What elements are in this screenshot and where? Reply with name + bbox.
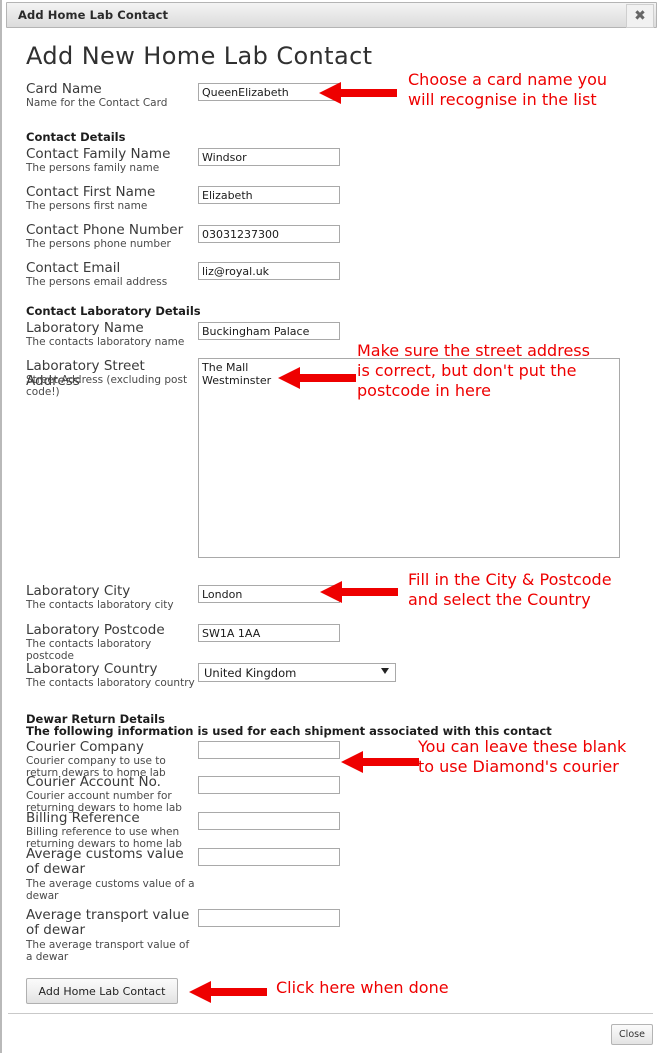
chevron-down-icon [381, 668, 389, 674]
field-label: Average transport value of dewar [26, 907, 190, 938]
field-label: Courier Account No. [26, 774, 161, 790]
field-help: The average customs value of a dewar [26, 878, 195, 902]
contact-email-input[interactable] [198, 262, 340, 280]
field-help: The contacts laboratory postcode [26, 638, 152, 662]
billing-reference-input[interactable] [198, 812, 340, 830]
field-help: The contacts laboratory name [26, 336, 185, 348]
field-help: The persons email address [26, 276, 168, 288]
field-help: The average transport value of a dewar [26, 939, 190, 963]
field-label: Courier Company [26, 739, 144, 755]
annotation-city-postcode: Fill in the City & Postcode and select t… [408, 570, 612, 609]
annotation-dewar: You can leave these blank to use Diamond… [418, 737, 627, 776]
field-label: Laboratory Postcode [26, 622, 165, 638]
field-label: Contact First Name [26, 184, 156, 200]
field-label: Laboratory Name [26, 320, 144, 336]
section-heading-contact-details: Contact Details [26, 130, 126, 144]
field-help: Name for the Contact Card [26, 97, 168, 109]
annotation-arrow-icon [319, 80, 397, 106]
average-transport-value-input[interactable] [198, 909, 340, 927]
laboratory-postcode-input[interactable] [198, 624, 340, 642]
field-help: The persons family name [26, 162, 160, 174]
laboratory-country-selected-value: United Kingdom [204, 666, 297, 680]
section-subheading-dewar-return-details: The following information is used for ea… [26, 724, 552, 738]
close-button[interactable]: Close [611, 1024, 653, 1045]
field-label: Contact Email [26, 260, 121, 276]
window-title: Add Home Lab Contact [18, 8, 169, 22]
annotation-arrow-icon [320, 579, 398, 605]
field-label: Contact Phone Number [26, 222, 184, 238]
field-label: Billing Reference [26, 810, 140, 826]
field-help: The persons first name [26, 200, 148, 212]
annotation-card-name: Choose a card name you will recognise in… [408, 70, 608, 109]
contact-phone-number-input[interactable] [198, 225, 340, 243]
field-help: Street Address (excluding post code!) [26, 374, 188, 398]
window-titlebar: Add Home Lab Contact ✖ [6, 2, 657, 28]
laboratory-country-select[interactable]: United Kingdom [198, 663, 396, 682]
field-help: The contacts laboratory city [26, 599, 174, 611]
dialog-content: Add New Home Lab Contact Card Name Name … [4, 30, 657, 1010]
section-heading-contact-laboratory-details: Contact Laboratory Details [26, 304, 201, 318]
annotation-arrow-icon [189, 979, 267, 1005]
close-icon[interactable]: ✖ [626, 4, 654, 28]
contact-family-name-input[interactable] [198, 148, 340, 166]
average-customs-value-input[interactable] [198, 848, 340, 866]
page-title: Add New Home Lab Contact [26, 42, 373, 70]
courier-account-no-input[interactable] [198, 776, 340, 794]
dialog-window: Add Home Lab Contact ✖ Add New Home Lab … [0, 0, 657, 1053]
laboratory-name-input[interactable] [198, 322, 340, 340]
annotation-arrow-icon [341, 749, 419, 775]
field-label: Laboratory City [26, 583, 131, 599]
contact-first-name-input[interactable] [198, 186, 340, 204]
field-label: Laboratory Country [26, 661, 158, 677]
field-label: Average customs value of dewar [26, 846, 184, 877]
field-label: Card Name [26, 81, 102, 97]
laboratory-city-input[interactable] [198, 585, 340, 603]
annotation-street-address: Make sure the street address is correct,… [357, 341, 590, 400]
field-label: Contact Family Name [26, 146, 171, 162]
add-home-lab-contact-button[interactable]: Add Home Lab Contact [26, 978, 178, 1004]
footer-divider [8, 1013, 653, 1014]
annotation-arrow-icon [278, 365, 356, 391]
courier-company-input[interactable] [198, 741, 340, 759]
field-help: The persons phone number [26, 238, 171, 250]
annotation-submit: Click here when done [276, 978, 449, 997]
field-help: The contacts laboratory country [26, 677, 195, 689]
